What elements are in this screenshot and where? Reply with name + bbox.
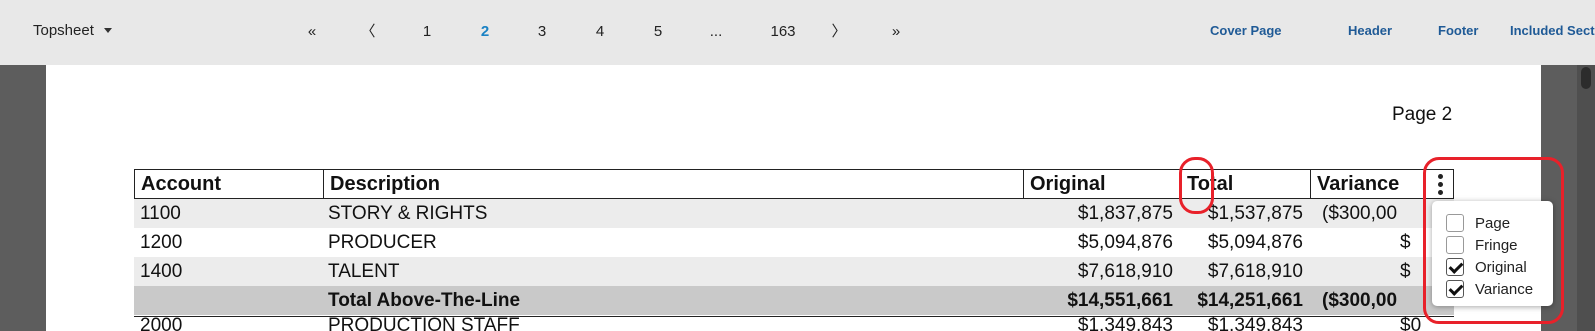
cell-total: $1,537,875 — [1207, 203, 1303, 224]
cell-original: $5,094,876 — [1077, 232, 1173, 253]
page-link-4[interactable]: 4 — [580, 20, 620, 44]
table-row: 1100 STORY & RIGHTS $1,837,875 $1,537,87… — [134, 199, 1454, 228]
cell-total: $5,094,876 — [1207, 232, 1303, 253]
table-header-row: Account Description Original Total Varia… — [134, 169, 1454, 199]
page-ellipsis: ... — [709, 23, 723, 40]
header-total: Total — [1180, 170, 1310, 198]
table-row: 1400 TALENT $7,618,910 $7,618,910 $ — [134, 257, 1454, 286]
page-number-label: Page 2 — [1392, 104, 1453, 125]
cell-original: $1,349,843 — [1077, 315, 1173, 331]
page-link-1[interactable]: 1 — [407, 20, 447, 44]
kebab-dot — [1437, 181, 1443, 187]
cell-original: $7,618,910 — [1077, 261, 1173, 282]
kebab-dot — [1437, 173, 1443, 179]
menu-item-label: Fringe — [1475, 236, 1518, 254]
included-sections-link[interactable]: Included Sections — [1510, 23, 1595, 38]
header-account: Account — [141, 173, 221, 195]
cell-total: $7,618,910 — [1207, 261, 1303, 282]
cell-description: PRODUCTION STAFF — [328, 315, 520, 331]
cell-account: 1100 — [140, 203, 181, 224]
menu-item-original[interactable]: Original — [1446, 257, 1527, 277]
last-page-button[interactable]: » — [876, 20, 916, 44]
top-toolbar: Topsheet « 〈 1 2 3 4 5 ... 163 〉 » Cover… — [0, 0, 1595, 65]
next-page-button[interactable]: 〉 — [819, 20, 859, 44]
cell-description: STORY & RIGHTS — [328, 203, 488, 224]
sheet-select-dropdown[interactable]: Topsheet — [33, 22, 112, 39]
page-link-3[interactable]: 3 — [522, 20, 562, 44]
header-link[interactable]: Header — [1348, 23, 1392, 38]
menu-item-variance[interactable]: Variance — [1446, 279, 1533, 299]
cell-original: $1,837,875 — [1077, 203, 1173, 224]
table-row: 2000 PRODUCTION STAFF $1,349,843 $1,349,… — [134, 315, 1454, 331]
header-description: Description — [323, 170, 1023, 198]
menu-item-page[interactable]: Page — [1446, 213, 1510, 233]
vertical-scrollbar[interactable] — [1577, 65, 1595, 331]
kebab-dot — [1437, 189, 1443, 195]
fringe-checkbox[interactable] — [1446, 236, 1464, 254]
sheet-select-label: Topsheet — [33, 22, 94, 39]
page-checkbox[interactable] — [1446, 214, 1464, 232]
footer-link[interactable]: Footer — [1438, 23, 1478, 38]
page-link-5[interactable]: 5 — [638, 20, 678, 44]
menu-item-fringe[interactable]: Fringe — [1446, 235, 1518, 255]
prev-page-button[interactable]: 〈 — [348, 20, 388, 44]
menu-item-label: Original — [1475, 258, 1527, 276]
page-link-last[interactable]: 163 — [763, 20, 803, 44]
menu-item-label: Variance — [1475, 280, 1534, 298]
table-row: 1200 PRODUCER $5,094,876 $5,094,876 $ — [134, 228, 1454, 257]
cell-account: 2000 — [140, 315, 183, 331]
cell-total: $1,349,843 — [1207, 315, 1303, 331]
cell-variance: $0 — [1400, 315, 1422, 331]
left-gutter — [0, 65, 46, 331]
column-options-kebab-icon[interactable] — [1431, 171, 1449, 197]
scrollbar-thumb[interactable] — [1581, 67, 1591, 89]
page-link-2-active[interactable]: 2 — [465, 20, 505, 44]
cell-description: TALENT — [328, 261, 400, 282]
menu-item-label: Page — [1475, 214, 1511, 232]
cell-account: 1400 — [140, 261, 183, 282]
first-page-button[interactable]: « — [292, 20, 332, 44]
caret-down-icon — [103, 28, 112, 33]
original-checkbox[interactable] — [1446, 258, 1464, 276]
cell-description: PRODUCER — [328, 232, 437, 253]
cell-account: 1200 — [140, 232, 183, 253]
variance-checkbox[interactable] — [1446, 280, 1464, 298]
column-visibility-menu: Page Fringe Original Variance — [1432, 201, 1553, 306]
cover-page-link[interactable]: Cover Page — [1210, 23, 1282, 38]
header-original: Original — [1023, 170, 1180, 198]
